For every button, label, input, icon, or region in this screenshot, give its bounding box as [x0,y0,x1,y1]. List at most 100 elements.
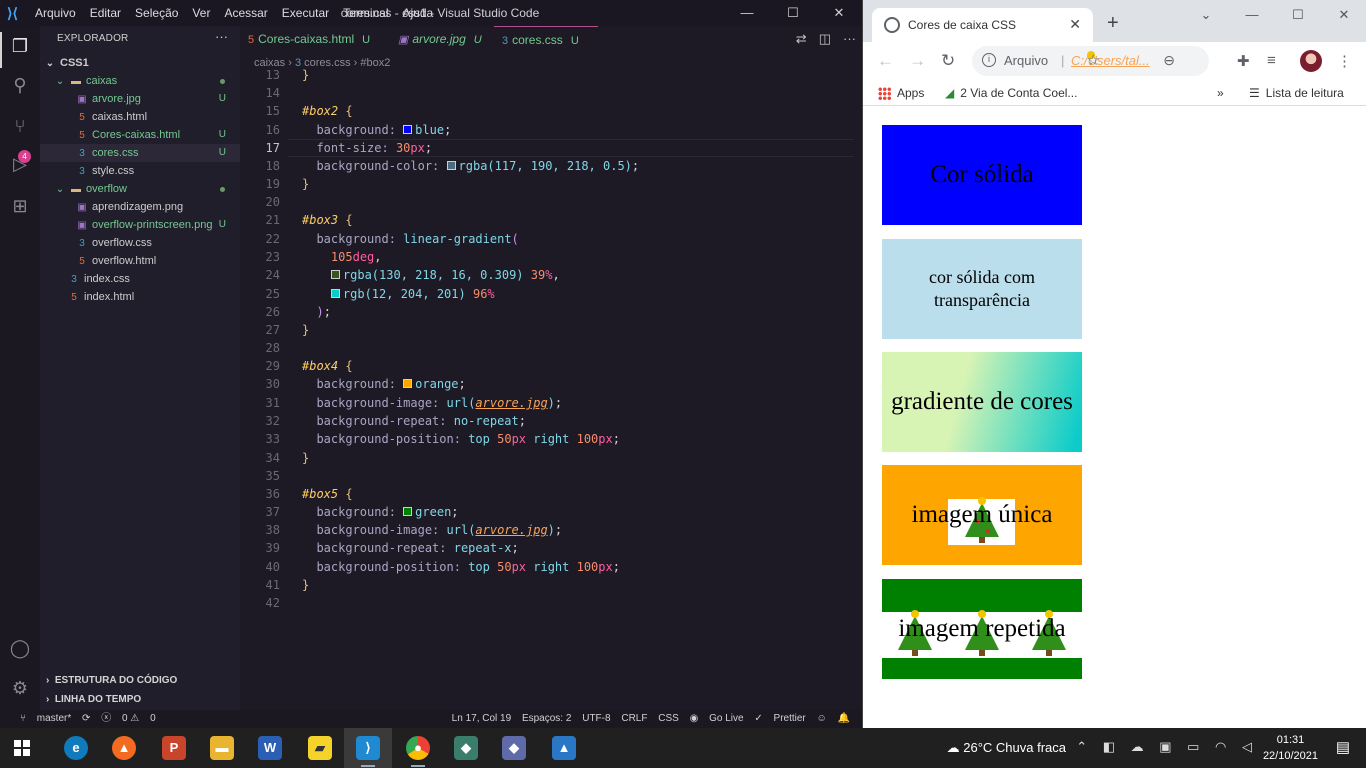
source-control-icon[interactable]: ⑂ [8,114,32,138]
settings-gear-icon[interactable]: ⚙ [8,676,32,700]
minimize-icon[interactable]: — [1229,0,1275,30]
weather-widget[interactable]: ☁ 26°C Chuva fraca [947,740,1066,756]
language-mode[interactable]: CSS [658,713,679,724]
section-outline[interactable]: › ESTRUTURA DO CÓDIGO [40,671,240,691]
menu-acessar[interactable]: Acessar [217,0,274,26]
tree-file-caixas-html[interactable]: 5 caixas.html [40,108,240,126]
problems-indicator[interactable]: ⓧ 0 ⚠ 0 [101,713,155,724]
extensions-icon[interactable]: ⊞ [8,194,32,218]
clock[interactable]: 01:31 22/10/2021 [1263,732,1318,764]
taskbar-sticky-notes[interactable]: ▰ [296,728,344,768]
tab-cores-caixas-html[interactable]: 5 Cores-caixas.html U [240,26,370,52]
indentation[interactable]: Espaços: 2 [522,713,571,724]
close-icon[interactable]: ✕ [816,0,862,26]
color-swatch[interactable] [330,289,340,298]
tab-search-icon[interactable]: ⌄ [1183,0,1229,30]
tab-cores-css[interactable]: 3 cores.css U [494,26,598,52]
tree-file-overflow-html[interactable]: 5 overflow.html [40,252,240,270]
taskbar-word[interactable]: W [246,728,294,768]
browser-tab[interactable]: Cores de caixa CSS ✕ [872,8,1093,42]
bookmark-conta[interactable]: ◢ 2 Via de Conta Coel... [945,86,1077,100]
menu-arquivo[interactable]: Arquivo [28,0,83,26]
address-bar[interactable]: i Arquivo | C:/Users/tal... ⊖ ☆ [972,46,1209,76]
chrome-menu-icon[interactable]: ⋮ [1337,52,1352,70]
menu-ver[interactable]: Ver [185,0,217,26]
tree-file-style-css[interactable]: 3 style.css [40,162,240,180]
tab-arvore-jpg[interactable]: ▣ arvore.jpg U [390,26,482,52]
taskbar-powerpoint[interactable]: P [150,728,198,768]
account-icon[interactable]: ◯ [8,636,32,660]
breadcrumb-file[interactable]: cores.css [304,57,350,69]
color-swatch[interactable] [330,270,340,279]
maximize-icon[interactable]: ☐ [1275,0,1321,30]
go-live-button[interactable]: ◉ Go Live [690,713,744,724]
taskbar-brave[interactable]: ▲ [100,728,148,768]
windows-start-icon[interactable] [14,740,30,756]
code-editor[interactable]: 13 14 15 16 17 18 19 20 21 22 23 24 25 2… [240,68,862,710]
tree-file-aprendizagem-png[interactable]: ▣ aprendizagem.png [40,198,240,216]
close-tab-icon[interactable]: ✕ [1069,16,1081,33]
explorer-icon[interactable]: ❐ [8,34,32,58]
tree-file-index-css[interactable]: 3 index.css [40,270,240,288]
menu-selecao[interactable]: Seleção [128,0,185,26]
tree-file-overflow-printscreen-png[interactable]: ▣ overflow-printscreen.png U [40,216,240,234]
minimize-icon[interactable]: — [724,0,770,26]
profile-avatar[interactable] [1300,50,1322,72]
tree-folder-caixas[interactable]: ⌄ ▬ caixas [40,72,240,90]
code-line: background: orange; [316,377,466,391]
media-control-icon[interactable]: ≡ [1267,52,1276,69]
tray-icons[interactable]: ⌃ ◧ ☁ ▣ ▭ ◠ ◁ [1076,739,1258,755]
menu-executar[interactable]: Executar [275,0,336,26]
feedback-icon[interactable]: ☺ [817,713,827,724]
line-ending[interactable]: CRLF [621,713,647,724]
taskbar-explorer[interactable]: ▬ [198,728,246,768]
cursor-position[interactable]: Ln 17, Col 19 [452,713,512,724]
color-swatch[interactable] [403,125,413,134]
taskbar-chrome[interactable]: ● [394,728,442,768]
project-root[interactable]: ⌄ CSS1 [40,54,240,72]
bookmarks-overflow-icon[interactable]: » [1217,86,1224,100]
color-swatch[interactable] [403,507,413,516]
notifications-bell-icon[interactable]: 🔔 [838,713,850,724]
tree-file-index-html[interactable]: 5 index.html [40,288,240,306]
breadcrumb-symbol[interactable]: #box2 [360,57,390,69]
split-editor-icon[interactable]: ◫ [819,26,831,52]
tree-file-cores-caixas-html[interactable]: 5 Cores-caixas.html U [40,126,240,144]
tree-file-cores-css[interactable]: 3 cores.css U [40,144,240,162]
tree-file-overflow-css[interactable]: 3 overflow.css [40,234,240,252]
bookmark-apps[interactable]: Apps [878,86,924,101]
taskbar-git[interactable]: ◆ [490,728,538,768]
sync-icon[interactable]: ⟳ [82,713,90,724]
tree-file-arvore-jpg[interactable]: ▣ arvore.jpg U [40,90,240,108]
search-icon[interactable]: ⚲ [8,73,32,97]
bookmark-star-icon[interactable]: ☆ [1086,51,1100,69]
encoding[interactable]: UTF-8 [582,713,610,724]
close-icon[interactable]: ✕ [1321,0,1366,30]
taskbar-edge[interactable]: e [52,728,100,768]
maximize-icon[interactable]: ☐ [770,0,816,26]
taskbar-photos[interactable]: ▲ [540,728,588,768]
reading-list[interactable]: ☰ Lista de leitura [1249,86,1344,100]
extensions-puzzle-icon[interactable]: ✚ [1237,52,1250,70]
color-swatch[interactable] [403,379,413,388]
back-arrow-icon[interactable]: ← [877,51,894,71]
color-swatch[interactable] [446,161,456,170]
prettier-button[interactable]: ✓ Prettier [754,713,805,724]
forward-arrow-icon[interactable]: → [909,51,926,71]
zoom-icon[interactable]: ⊖ [1163,52,1175,69]
compare-icon[interactable]: ⇄ [796,26,807,52]
notification-center-icon[interactable]: ▤ [1336,738,1350,756]
reload-icon[interactable]: ↻ [941,51,955,71]
taskbar-gitkraken[interactable]: ◆ [442,728,490,768]
new-tab-icon[interactable]: + [1107,12,1119,35]
image-file-icon: ▣ [77,202,87,213]
git-branch[interactable]: ⑂ master* [20,713,71,724]
more-actions-icon[interactable]: ··· [215,29,228,44]
run-debug-icon[interactable]: ▷ [8,152,32,176]
menu-editar[interactable]: Editar [83,0,128,26]
info-icon[interactable]: i [982,53,996,67]
more-actions-icon[interactable]: ··· [843,26,856,52]
tree-folder-overflow[interactable]: ⌄ ▬ overflow [40,180,240,198]
taskbar-vscode[interactable]: ⟩ [344,728,392,768]
section-timeline[interactable]: › LINHA DO TEMPO [40,690,240,710]
